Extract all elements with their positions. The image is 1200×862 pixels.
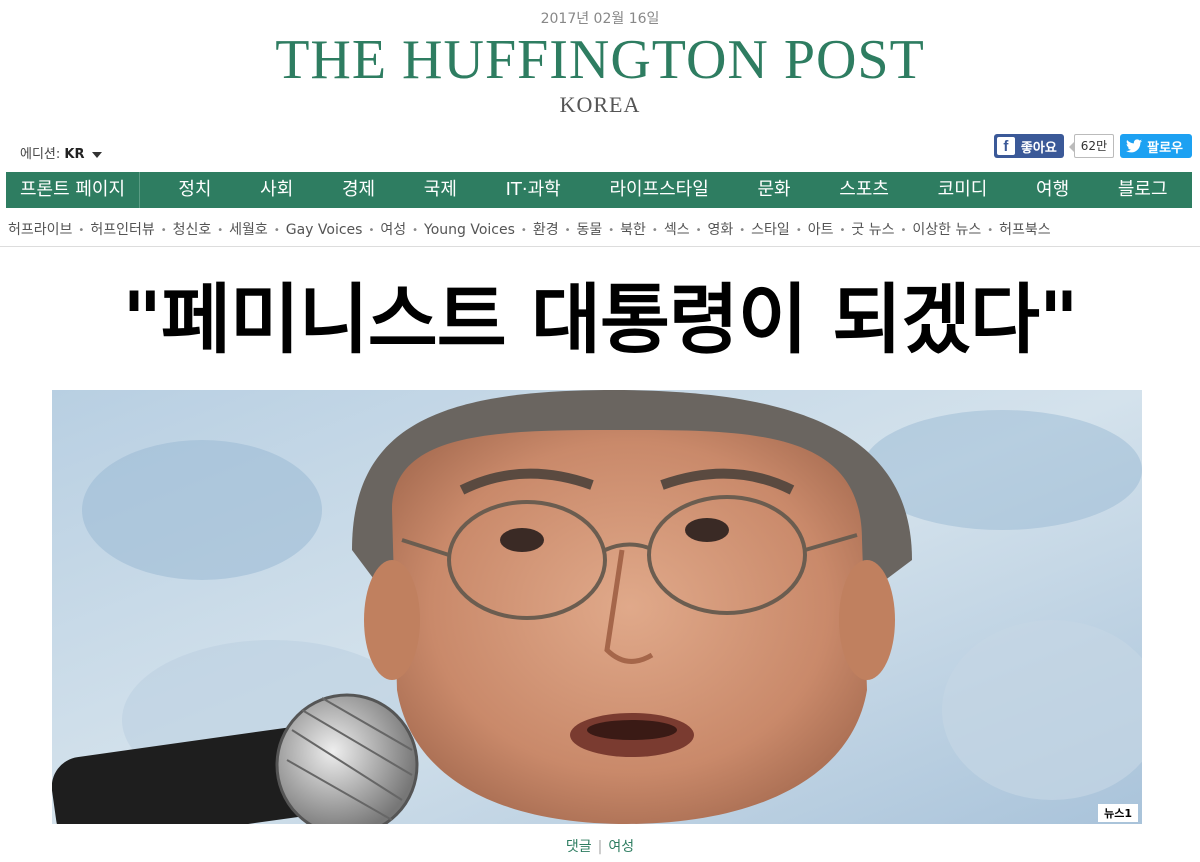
chevron-down-icon[interactable] <box>91 151 102 158</box>
main-navigation: 프론트 페이지 정치 사회 경제 국제 IT·과학 라이프스타일 문화 스포츠 … <box>6 172 1192 208</box>
tag-separator: | <box>597 839 603 855</box>
nav-item-society[interactable]: 사회 <box>260 172 293 208</box>
subnav-item[interactable]: 아트 <box>808 222 834 238</box>
subnav-item[interactable]: 환경 <box>533 222 559 238</box>
nav-item-culture[interactable]: 문화 <box>757 172 790 208</box>
subnav-item[interactable]: 청신호 <box>173 222 212 238</box>
subnav-item[interactable]: Gay Voices <box>286 222 363 238</box>
nav-item-it-science[interactable]: IT·과학 <box>506 172 561 208</box>
article-tags: 댓글 | 여성 <box>0 836 1200 856</box>
article-headline[interactable]: "페미니스트 대통령이 되겠다" <box>0 270 1200 370</box>
facebook-like-button[interactable]: f 좋아요 <box>993 134 1064 158</box>
subnav-item[interactable]: 허프인터뷰 <box>90 222 154 238</box>
issue-date: 2017년 02월 16일 <box>540 11 660 27</box>
subnav-item[interactable]: 허프북스 <box>999 222 1051 238</box>
subnav-item[interactable]: 동물 <box>576 222 602 238</box>
facebook-icon: f <box>996 137 1015 155</box>
subnav-item[interactable]: 굿 뉴스 <box>851 222 894 238</box>
site-logo[interactable]: THE HUFFINGTON POST <box>0 30 1200 90</box>
subnav-item[interactable]: 섹스 <box>664 222 690 238</box>
edition-selector[interactable]: 에디션: KR <box>20 143 102 162</box>
facebook-like-label: 좋아요 <box>1020 140 1057 156</box>
nav-item-blog[interactable]: 블로그 <box>1118 172 1168 208</box>
category-tag-women[interactable]: 여성 <box>608 839 634 855</box>
comments-link[interactable]: 댓글 <box>566 839 592 855</box>
site-logo-edition: KOREA <box>559 92 641 117</box>
subnav-item[interactable]: 북한 <box>620 222 646 238</box>
main-nav-items: 정치 사회 경제 국제 IT·과학 라이프스타일 문화 스포츠 코미디 여행 블… <box>140 172 1192 208</box>
subnav-item[interactable]: 세월호 <box>229 222 268 238</box>
subnav-item[interactable]: 스타일 <box>751 222 790 238</box>
edition-label: 에디션: <box>20 147 61 162</box>
header-divider <box>0 246 1200 247</box>
facebook-like-count: 62만 <box>1068 134 1115 158</box>
portrait-illustration <box>52 390 1142 824</box>
nav-item-world[interactable]: 국제 <box>424 172 457 208</box>
subnav-item[interactable]: 허프라이브 <box>8 222 72 238</box>
social-buttons: f 좋아요 62만 팔로우 <box>993 134 1192 158</box>
nav-item-lifestyle[interactable]: 라이프스타일 <box>609 172 708 208</box>
nav-front-page[interactable]: 프론트 페이지 <box>6 172 140 208</box>
twitter-bird-icon <box>1126 139 1143 153</box>
sub-navigation: 허프라이브 • 허프인터뷰 • 청신호 • 세월호 • Gay Voices • 여성 • Young … <box>8 222 1051 238</box>
subnav-item[interactable]: Young Voices <box>424 222 515 238</box>
subnav-item[interactable]: 이상한 뉴스 <box>912 222 981 238</box>
nav-item-comedy[interactable]: 코미디 <box>938 172 988 208</box>
nav-item-travel[interactable]: 여행 <box>1036 172 1069 208</box>
twitter-follow-label: 팔로우 <box>1147 140 1183 156</box>
twitter-follow-button[interactable]: 팔로우 <box>1120 134 1192 158</box>
nav-item-economy[interactable]: 경제 <box>342 172 375 208</box>
nav-item-politics[interactable]: 정치 <box>178 172 211 208</box>
article-photo[interactable]: 뉴스1 <box>52 390 1142 824</box>
subnav-item[interactable]: 여성 <box>380 222 406 238</box>
subnav-item[interactable]: 영화 <box>708 222 734 238</box>
edition-value[interactable]: KR <box>64 147 84 162</box>
nav-item-sports[interactable]: 스포츠 <box>839 172 889 208</box>
photo-credit: 뉴스1 <box>1098 804 1138 822</box>
